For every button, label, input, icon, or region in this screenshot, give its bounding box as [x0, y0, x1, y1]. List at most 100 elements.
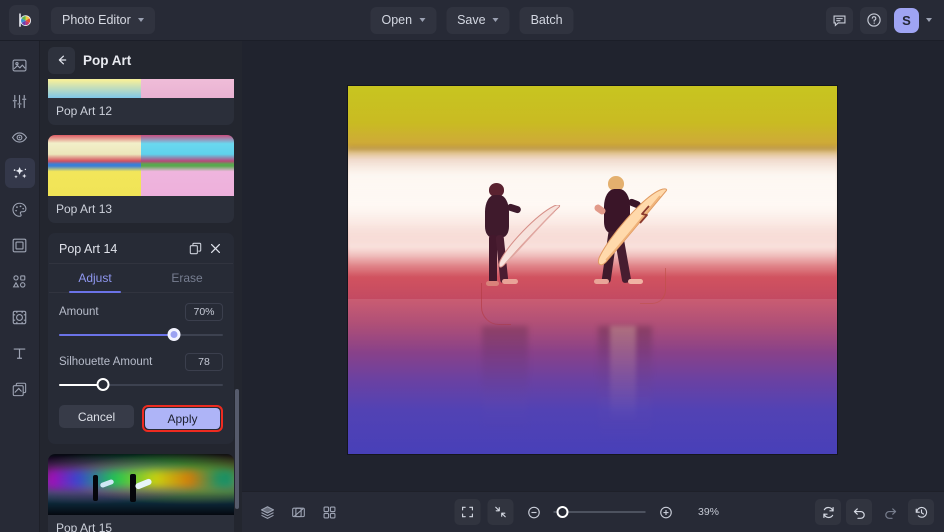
preset-thumbnail: [48, 454, 234, 515]
undo-icon: [852, 505, 867, 520]
left-tool-rail: [0, 41, 40, 532]
amount-slider-knob[interactable]: [167, 328, 181, 341]
app-logo-button[interactable]: [9, 5, 39, 35]
layers-button[interactable]: [254, 499, 280, 525]
zoom-in-icon: [658, 505, 673, 520]
bottom-toolbar-center: 39%: [454, 499, 732, 525]
save-button[interactable]: Save: [446, 6, 510, 34]
question-circle-icon: [866, 12, 882, 28]
reflection-left: [482, 326, 528, 438]
zoom-level-value[interactable]: 39%: [686, 502, 732, 522]
fit-screen-button[interactable]: [454, 499, 481, 525]
page-title: Pop Art: [83, 52, 132, 68]
open-button-label: Open: [381, 13, 413, 27]
batch-button[interactable]: Batch: [519, 6, 574, 34]
image-icon: [11, 57, 28, 74]
rail-item-adjust[interactable]: [5, 86, 35, 116]
avatar[interactable]: S: [894, 7, 919, 33]
open-button[interactable]: Open: [370, 6, 437, 34]
preset-pop-art-12[interactable]: Pop Art 12: [48, 79, 234, 125]
zoom-out-button[interactable]: [521, 499, 547, 525]
photo-wet-sand-sheen: [348, 299, 837, 454]
back-button[interactable]: [48, 46, 75, 74]
reflection-board-right: [610, 326, 636, 422]
silhouette-slider-knob[interactable]: [96, 378, 110, 391]
app-switcher-menu[interactable]: Photo Editor: [51, 6, 155, 34]
preset-list[interactable]: Pop Art 12 Pop Art 13 Pop Art 14 Adjust …: [40, 79, 242, 532]
app-switcher-label: Photo Editor: [62, 13, 131, 27]
shrink-button[interactable]: [487, 499, 514, 525]
rail-item-color[interactable]: [5, 194, 35, 224]
rail-item-crop[interactable]: [5, 302, 35, 332]
tab-erase[interactable]: Erase: [141, 264, 233, 292]
redo-icon: [883, 505, 898, 520]
color-wheel-logo-icon: [14, 10, 34, 30]
silhouette-amount-value[interactable]: 78: [185, 353, 223, 371]
rail-item-effects[interactable]: [4, 158, 35, 188]
zoom-in-button[interactable]: [653, 499, 679, 525]
preset-pop-art-13[interactable]: Pop Art 13: [48, 135, 234, 223]
apply-button[interactable]: Apply: [145, 408, 220, 429]
rail-item-image[interactable]: [5, 50, 35, 80]
history-button[interactable]: [908, 499, 934, 525]
crop-focus-icon: [11, 309, 28, 326]
sidebar-header: Pop Art: [40, 41, 242, 79]
chevron-down-icon[interactable]: [926, 18, 932, 22]
grid-button[interactable]: [316, 499, 342, 525]
rail-item-shapes[interactable]: [5, 266, 35, 296]
amount-slider[interactable]: [59, 328, 223, 342]
top-toolbar-right: S: [826, 6, 936, 34]
tab-erase-label: Erase: [171, 271, 203, 285]
duplicate-effect-button[interactable]: [185, 239, 205, 259]
reset-button[interactable]: [815, 499, 841, 525]
top-toolbar: Photo Editor Open Save Batch S: [0, 0, 944, 41]
rail-item-retouch[interactable]: [5, 122, 35, 152]
surfboard-right: [594, 188, 674, 270]
rail-item-text[interactable]: [5, 338, 35, 368]
amount-row: Amount 70%: [59, 303, 223, 321]
preset-label: Pop Art 12: [56, 104, 113, 118]
photo-editor-window: Photo Editor Open Save Batch S Pop Art P…: [0, 0, 944, 532]
close-effect-button[interactable]: [205, 239, 225, 259]
shrink-icon: [494, 505, 508, 519]
redo-button[interactable]: [877, 499, 903, 525]
bottom-toolbar-right: [815, 499, 934, 525]
cancel-button[interactable]: Cancel: [59, 405, 134, 428]
refresh-icon: [821, 505, 836, 520]
feedback-button[interactable]: [826, 6, 853, 34]
sparkles-icon: [11, 164, 29, 182]
tab-adjust[interactable]: Adjust: [49, 264, 141, 293]
frame-icon: [11, 237, 28, 254]
help-button[interactable]: [860, 6, 887, 34]
arrow-left-icon: [55, 53, 69, 67]
effects-sidebar: Pop Art Pop Art 12 Pop Art 13 Pop Art 14…: [40, 41, 242, 532]
surfer-right: [593, 176, 682, 328]
compare-icon: [291, 505, 306, 520]
silhouette-amount-slider[interactable]: [59, 378, 223, 392]
shapes-icon: [11, 273, 28, 290]
preset-pop-art-15[interactable]: Pop Art 15: [48, 454, 234, 532]
undo-button[interactable]: [846, 499, 872, 525]
amount-value[interactable]: 70%: [185, 303, 223, 321]
rail-item-layers[interactable]: [5, 374, 35, 404]
photo-canvas[interactable]: [348, 86, 837, 454]
save-button-label: Save: [457, 13, 486, 27]
silhouette-amount-label: Silhouette Amount: [59, 356, 153, 368]
history-icon: [914, 505, 929, 520]
chat-bubble-icon: [832, 13, 847, 28]
preset-thumbnail: [48, 79, 234, 98]
bottom-toolbar: 39%: [242, 491, 944, 532]
surfer-left: [478, 183, 561, 328]
compare-button[interactable]: [285, 499, 311, 525]
chevron-down-icon: [492, 18, 499, 22]
panel-header: Pop Art 14: [49, 234, 233, 264]
tab-adjust-label: Adjust: [78, 271, 112, 285]
rail-item-frame[interactable]: [5, 230, 35, 260]
canvas-area[interactable]: [242, 41, 944, 491]
zoom-slider[interactable]: [553, 506, 646, 518]
layers-icon: [260, 505, 275, 520]
preset-thumbnail: [48, 135, 234, 196]
zoom-slider-knob[interactable]: [556, 506, 569, 518]
close-icon: [209, 242, 222, 255]
sidebar-scrollbar[interactable]: [235, 389, 239, 509]
